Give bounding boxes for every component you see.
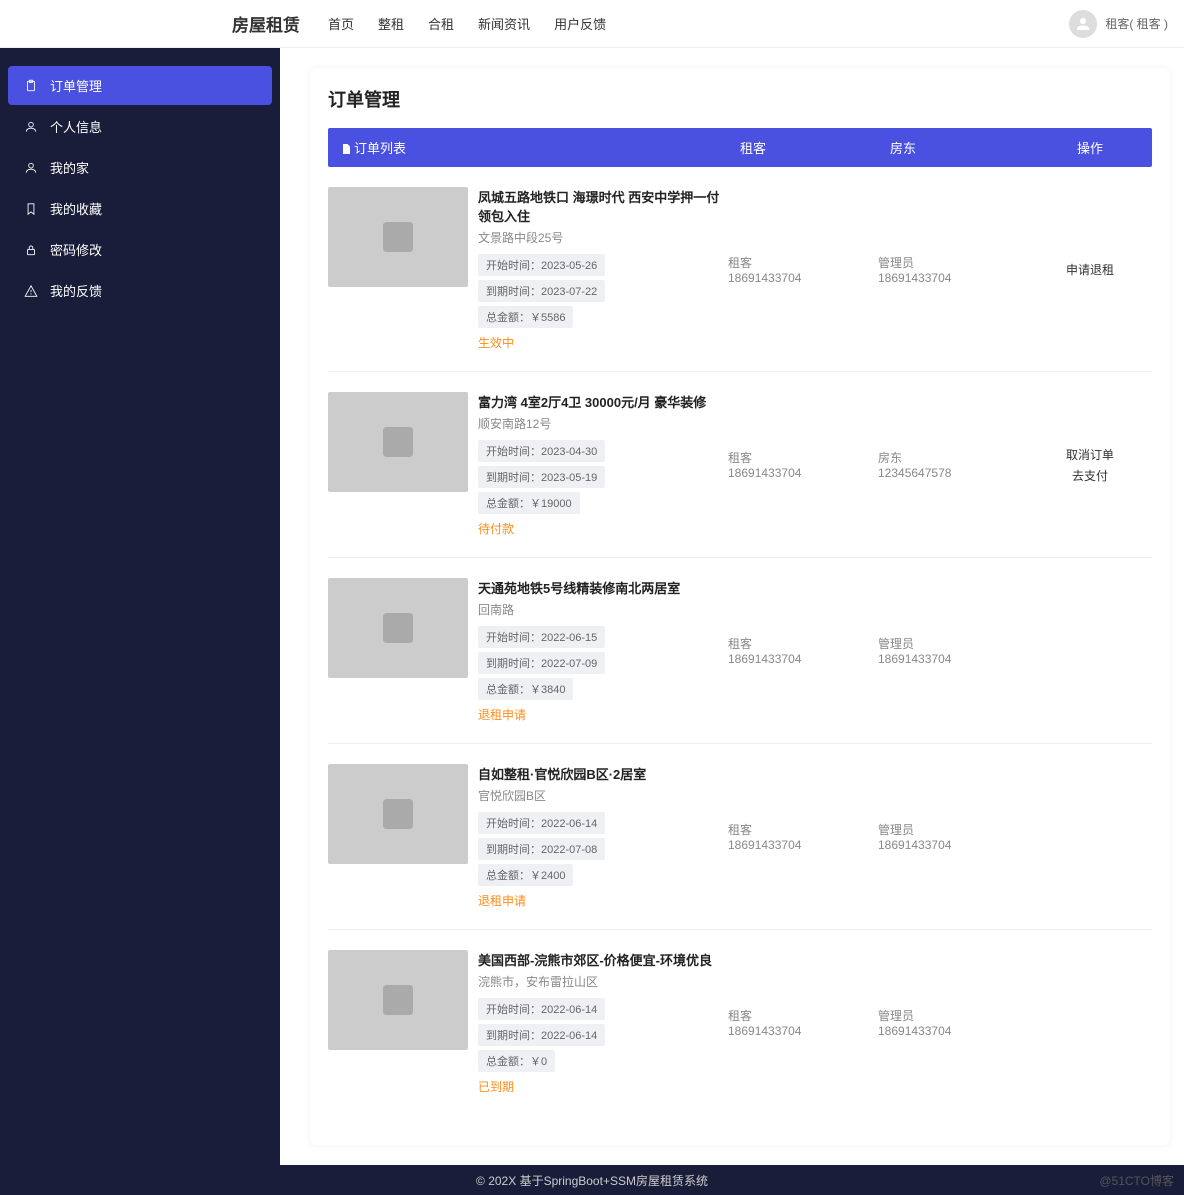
- order-card: 订单管理 订单列表 租客 房东 操作 凤城五路地铁口 海璟时代 西安中学押一付 …: [310, 68, 1170, 1145]
- landlord-col: 管理员18691433704: [878, 764, 1028, 909]
- nav-whole[interactable]: 整租: [378, 14, 404, 33]
- footer: © 202X 基于SpringBoot+SSM房屋租赁系统 @51CTO博客: [0, 1165, 1184, 1195]
- warning-icon: [24, 284, 38, 298]
- actions-col: [1028, 764, 1152, 909]
- sidebar-item-label: 个人信息: [50, 117, 102, 136]
- sidebar-item-0[interactable]: 订单管理: [8, 66, 272, 105]
- order-row: 凤城五路地铁口 海璟时代 西安中学押一付 领包入住文景路中段25号开始时间：20…: [328, 167, 1152, 372]
- order-row: 富力湾 4室2厅4卫 30000元/月 豪华装修顺安南路12号开始时间：2023…: [328, 372, 1152, 558]
- list-header: 订单列表 租客 房东 操作: [328, 128, 1152, 167]
- actions-col: [1028, 578, 1152, 723]
- sidebar-item-3[interactable]: 我的收藏: [8, 189, 272, 228]
- actions-col: 申请退租: [1028, 187, 1152, 351]
- order-thumb[interactable]: [328, 187, 468, 287]
- order-row: 自如整租·官悦欣园B区·2居室官悦欣园B区开始时间：2022-06-14 到期时间…: [328, 744, 1152, 930]
- order-row: 美国西部-浣熊市郊区-价格便宜-环境优良浣熊市，安布雷拉山区开始时间：2022-…: [328, 930, 1152, 1115]
- order-title[interactable]: 自如整租·官悦欣园B区·2居室: [478, 764, 728, 783]
- order-total: 总金额：￥2400: [478, 864, 573, 886]
- order-status: 已到期: [478, 1078, 728, 1095]
- order-thumb[interactable]: [328, 578, 468, 678]
- order-total: 总金额：￥3840: [478, 678, 573, 700]
- landlord-col: 房东12345647578: [878, 392, 1028, 537]
- sidebar-item-1[interactable]: 个人信息: [8, 107, 272, 146]
- user-icon: [24, 120, 38, 134]
- tenant-col: 租客18691433704: [728, 764, 878, 909]
- sidebar-item-5[interactable]: 我的反馈: [8, 271, 272, 310]
- order-end: 到期时间：2023-05-19: [478, 466, 605, 488]
- tenant-col: 租客18691433704: [728, 578, 878, 723]
- order-address: 浣熊市，安布雷拉山区: [478, 973, 728, 990]
- order-status: 退租申请: [478, 892, 728, 909]
- landlord-col: 管理员18691433704: [878, 578, 1028, 723]
- sidebar-item-label: 我的收藏: [50, 199, 102, 218]
- order-action[interactable]: 去支付: [1072, 467, 1108, 484]
- order-status: 退租申请: [478, 706, 728, 723]
- tenant-col: 租客18691433704: [728, 950, 878, 1095]
- order-end: 到期时间：2023-07-22: [478, 280, 605, 302]
- order-address: 文景路中段25号: [478, 229, 728, 246]
- topbar: 房屋租赁 首页 整租 合租 新闻资讯 用户反馈 租客( 租客 ): [0, 0, 1184, 48]
- avatar-icon: [1069, 10, 1097, 38]
- sidebar-item-label: 密码修改: [50, 240, 102, 259]
- order-title[interactable]: 凤城五路地铁口 海璟时代 西安中学押一付 领包入住: [478, 187, 728, 225]
- list-icon: [340, 143, 352, 157]
- user-area[interactable]: 租客( 租客 ): [1069, 10, 1168, 38]
- order-status: 待付款: [478, 520, 728, 537]
- order-end: 到期时间：2022-07-09: [478, 652, 605, 674]
- order-address: 官悦欣园B区: [478, 787, 728, 804]
- order-title[interactable]: 富力湾 4室2厅4卫 30000元/月 豪华装修: [478, 392, 728, 411]
- actions-col: 取消订单去支付: [1028, 392, 1152, 537]
- order-title[interactable]: 美国西部-浣熊市郊区-价格便宜-环境优良: [478, 950, 728, 969]
- order-start: 开始时间：2023-04-30: [478, 440, 605, 462]
- order-total: 总金额：￥19000: [478, 492, 580, 514]
- order-row: 天通苑地铁5号线精装修南北两居室回南路开始时间：2022-06-15 到期时间：2…: [328, 558, 1152, 744]
- watermark: @51CTO博客: [1099, 1172, 1174, 1189]
- order-address: 回南路: [478, 601, 728, 618]
- home-icon: [24, 161, 38, 175]
- order-start: 开始时间：2023-05-26: [478, 254, 605, 276]
- actions-col: [1028, 950, 1152, 1095]
- order-thumb[interactable]: [328, 764, 468, 864]
- order-total: 总金额：￥0: [478, 1050, 555, 1072]
- sidebar-item-label: 我的反馈: [50, 281, 102, 300]
- order-action[interactable]: 取消订单: [1066, 446, 1114, 463]
- clipboard-icon: [24, 79, 38, 93]
- nav-feedback[interactable]: 用户反馈: [554, 14, 606, 33]
- order-action[interactable]: 申请退租: [1066, 261, 1114, 278]
- tenant-col: 租客18691433704: [728, 392, 878, 537]
- sidebar-item-label: 订单管理: [50, 76, 102, 95]
- order-total: 总金额：￥5586: [478, 306, 573, 328]
- nav-home[interactable]: 首页: [328, 14, 354, 33]
- order-status: 生效中: [478, 334, 728, 351]
- order-end: 到期时间：2022-06-14: [478, 1024, 605, 1046]
- landlord-col: 管理员18691433704: [878, 187, 1028, 351]
- sidebar-item-4[interactable]: 密码修改: [8, 230, 272, 269]
- order-start: 开始时间：2022-06-14: [478, 812, 605, 834]
- order-start: 开始时间：2022-06-14: [478, 998, 605, 1020]
- brand: 房屋租赁: [232, 11, 300, 36]
- order-thumb[interactable]: [328, 950, 468, 1050]
- lock-icon: [24, 243, 38, 257]
- col-list: 订单列表: [354, 141, 406, 156]
- col-landlord: 房东: [890, 138, 1040, 157]
- order-address: 顺安南路12号: [478, 415, 728, 432]
- tenant-col: 租客18691433704: [728, 187, 878, 351]
- nav-share[interactable]: 合租: [428, 14, 454, 33]
- order-thumb[interactable]: [328, 392, 468, 492]
- nav-news[interactable]: 新闻资讯: [478, 14, 530, 33]
- sidebar-item-label: 我的家: [50, 158, 89, 177]
- footer-text: © 202X 基于SpringBoot+SSM房屋租赁系统: [476, 1172, 708, 1189]
- col-tenant: 租客: [740, 138, 890, 157]
- user-label: 租客( 租客 ): [1105, 15, 1168, 32]
- sidebar: 订单管理个人信息我的家我的收藏密码修改我的反馈: [0, 48, 280, 1165]
- order-end: 到期时间：2022-07-08: [478, 838, 605, 860]
- bookmark-icon: [24, 202, 38, 216]
- order-title[interactable]: 天通苑地铁5号线精装修南北两居室: [478, 578, 728, 597]
- nav-links: 首页 整租 合租 新闻资讯 用户反馈: [328, 14, 1069, 33]
- page-title: 订单管理: [328, 86, 1152, 112]
- order-start: 开始时间：2022-06-15: [478, 626, 605, 648]
- sidebar-item-2[interactable]: 我的家: [8, 148, 272, 187]
- col-action: 操作: [1040, 138, 1140, 157]
- landlord-col: 管理员18691433704: [878, 950, 1028, 1095]
